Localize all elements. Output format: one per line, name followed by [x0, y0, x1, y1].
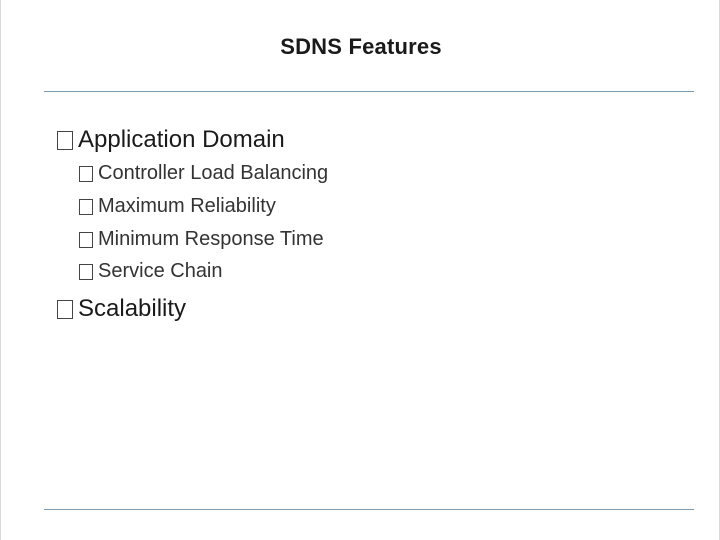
- bullet-label: Scalability: [78, 295, 187, 322]
- slide-title: SDNS Features: [280, 34, 442, 59]
- checkbox-square-icon: [79, 231, 93, 248]
- top-divider: [44, 91, 694, 92]
- sub-bullet-service-chain: Service Chain: [79, 260, 223, 283]
- bottom-divider: [44, 509, 694, 510]
- sub-bullet-minimum-response-time: Minimum Response Time: [79, 228, 324, 251]
- sub-bullet-label: Maximum Reliability: [98, 195, 276, 217]
- checkbox-square-icon: [57, 130, 73, 150]
- slide: SDNS Features Application Domain Control…: [0, 0, 720, 540]
- checkbox-square-icon: [79, 198, 93, 215]
- sub-bullet-controller-load-balancing: Controller Load Balancing: [79, 162, 328, 185]
- sub-bullet-label: Minimum Response Time: [98, 228, 324, 250]
- checkbox-square-icon: [79, 263, 93, 280]
- sub-bullet-label: Service Chain: [98, 260, 223, 282]
- bullet-label: Application Domain: [78, 126, 285, 153]
- sub-bullet-maximum-reliability: Maximum Reliability: [79, 195, 276, 218]
- bullet-scalability: Scalability: [57, 295, 186, 323]
- sub-bullet-label: Controller Load Balancing: [98, 162, 329, 184]
- bullet-application-domain: Application Domain: [57, 126, 285, 154]
- checkbox-square-icon: [79, 165, 93, 182]
- checkbox-square-icon: [57, 299, 73, 319]
